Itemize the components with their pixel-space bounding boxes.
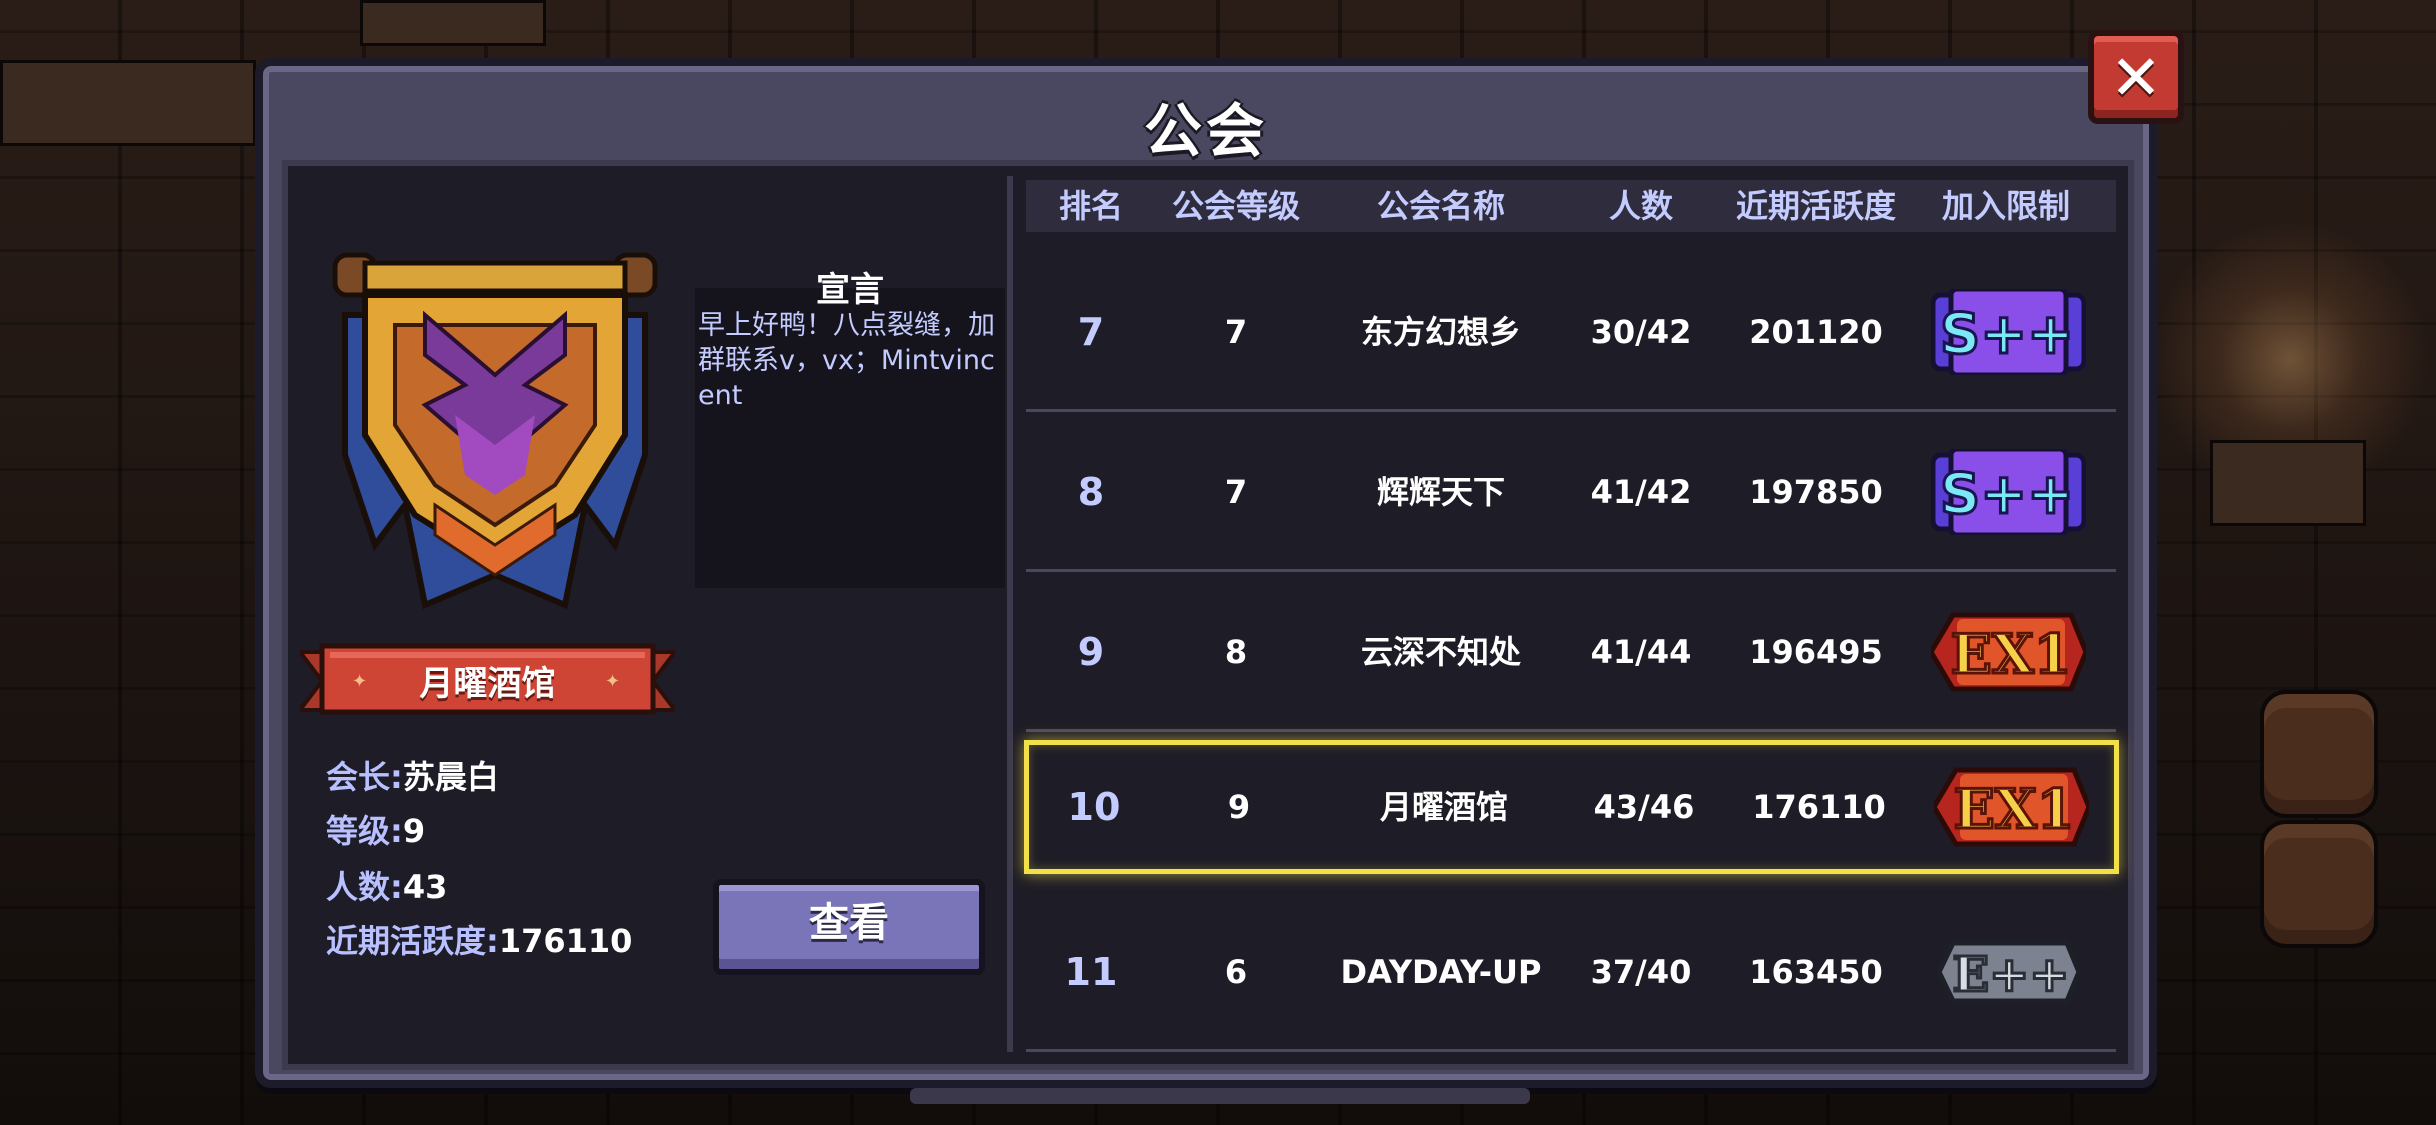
svg-text:EX1: EX1 (1954, 777, 2075, 841)
cell-activity: 163450 (1749, 953, 1883, 991)
s-plus-plus-badge-icon: S++ (1930, 286, 2087, 378)
cell-activity: 176110 (1752, 788, 1886, 826)
svg-text:✦: ✦ (352, 671, 367, 692)
table-row[interactable]: 8 7 辉辉天下 41/42 197850 S++ (1026, 412, 2116, 572)
svg-text:EX1: EX1 (1951, 622, 2072, 686)
cell-level: 9 (1227, 788, 1251, 826)
svg-text:S++: S++ (1940, 462, 2074, 527)
manifesto-box: 早上好鸭！八点裂缝，加群联系v，vx；Mintvincent (695, 288, 1005, 588)
cell-members: 41/44 (1590, 633, 1692, 671)
bottom-handle (910, 1088, 1530, 1104)
cell-name: 云深不知处 (1360, 633, 1521, 671)
cell-activity: 197850 (1749, 473, 1883, 511)
cell-level: 8 (1224, 633, 1248, 671)
row-separator (1026, 729, 2116, 732)
s-plus-plus-badge-icon: S++ (1930, 446, 2087, 538)
header-name: 公会名称 (1376, 187, 1505, 225)
table-row[interactable]: 11 6 DAYDAY-UP 37/40 163450 E++ (1026, 892, 2116, 1052)
cell-rank: 10 (1067, 785, 1121, 829)
dialog-title: 公会 (1143, 97, 1268, 165)
cell-members: 30/42 (1590, 313, 1692, 351)
cell-rank: 9 (1077, 630, 1105, 674)
members-value: 43 (402, 868, 448, 906)
members-info: 人数:43 (326, 868, 448, 906)
level-info: 等级:9 (326, 812, 426, 850)
leader-name: 苏晨白 (402, 758, 499, 796)
cell-level: 6 (1224, 953, 1248, 991)
header-members: 人数 (1608, 187, 1673, 225)
table-row[interactable]: 9 8 云深不知处 41/44 196495 EX1 (1026, 572, 2116, 732)
ex1-badge-icon: EX1 (1931, 764, 2092, 850)
header-level: 公会等级 (1171, 187, 1300, 225)
close-button[interactable]: ✕ (2088, 30, 2184, 124)
header-activity: 近期活跃度 (1735, 187, 1896, 225)
header-rank: 排名 (1058, 187, 1123, 225)
cell-name: 辉辉天下 (1376, 473, 1505, 511)
column-divider (1007, 176, 1013, 1052)
cell-name: 东方幻想乡 (1360, 313, 1521, 351)
manifesto-text: 早上好鸭！八点裂缝，加群联系v，vx；Mintvincent (698, 310, 995, 411)
table-header: 排名 公会等级 公会名称 人数 近期活跃度 加入限制 (1026, 180, 2116, 232)
cell-rank: 7 (1077, 310, 1105, 354)
cell-activity: 196495 (1749, 633, 1883, 671)
cell-name: 月曜酒馆 (1379, 788, 1508, 826)
svg-text:✦: ✦ (605, 671, 620, 692)
svg-text:E++: E++ (1952, 947, 2069, 1003)
guild-name-banner: ✦ ✦ (300, 643, 675, 715)
view-button[interactable]: 查看 (713, 879, 985, 975)
level-value: 9 (402, 812, 426, 850)
cell-name: DAYDAY-UP (1340, 953, 1542, 991)
close-icon: ✕ (2110, 40, 2162, 114)
cell-rank: 8 (1077, 470, 1105, 514)
cell-level: 7 (1224, 473, 1248, 511)
activity-info: 近期活跃度:176110 (326, 922, 633, 960)
table-row[interactable]: 7 7 东方幻想乡 30/42 201120 S++ (1026, 252, 2116, 412)
cell-rank: 11 (1064, 950, 1118, 994)
cell-activity: 201120 (1749, 313, 1883, 351)
cell-members: 41/42 (1590, 473, 1692, 511)
activity-value: 176110 (498, 922, 633, 960)
cell-members: 37/40 (1590, 953, 1692, 991)
manifesto-label: 宣言 (816, 270, 884, 310)
svg-text:S++: S++ (1940, 302, 2074, 367)
cell-level: 7 (1224, 313, 1248, 351)
e-plus-plus-badge-icon: E++ (1931, 929, 2086, 1015)
guild-emblem-icon (332, 252, 658, 610)
row-separator (1026, 1049, 2116, 1052)
ex1-badge-icon: EX1 (1928, 609, 2089, 695)
header-join-limit: 加入限制 (1941, 187, 2070, 225)
leader-info: 会长:苏晨白 (326, 758, 499, 796)
table-row[interactable]: 10 9 月曜酒馆 43/46 176110 EX1 (1024, 740, 2119, 874)
cell-members: 43/46 (1593, 788, 1695, 826)
